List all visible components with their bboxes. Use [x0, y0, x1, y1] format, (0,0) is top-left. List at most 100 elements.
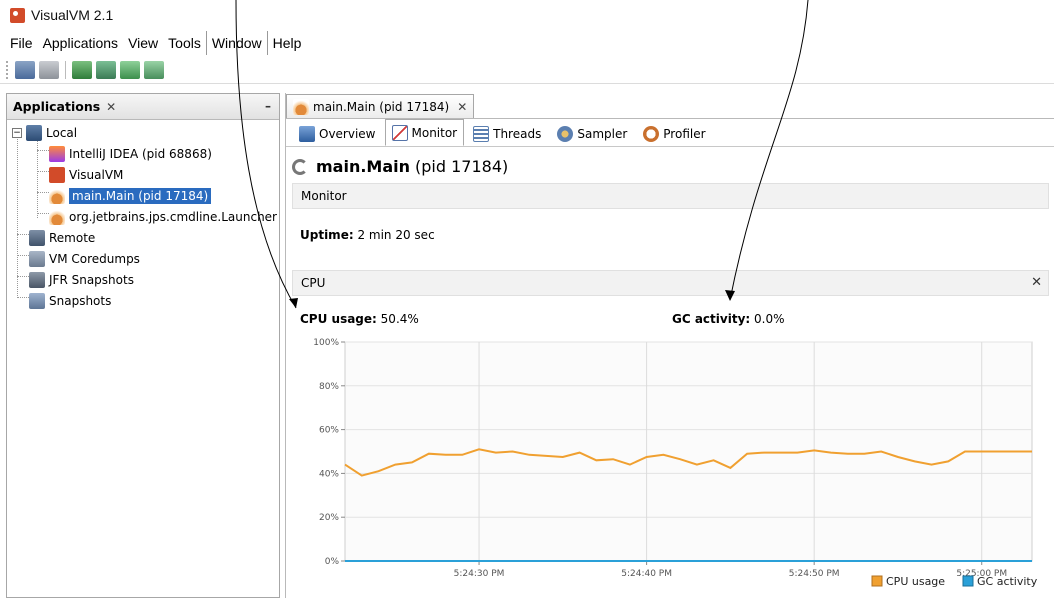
applications-tree: − Local IntelliJ IDEA (pid 68868) Visual… — [7, 120, 279, 311]
tab-sampler-label: Sampler — [577, 127, 628, 141]
visualvm-icon — [49, 166, 65, 183]
profiler-icon — [643, 126, 660, 142]
menu-file[interactable]: File — [5, 35, 38, 51]
cpu-section-header: CPU ✕ — [292, 270, 1049, 296]
toolbar-separator — [65, 60, 66, 79]
monitor-section-title: Monitor — [301, 189, 347, 203]
applications-panel: Applications ✕ – − Local IntelliJ IDEA (… — [6, 93, 280, 598]
jfr-snapshot-icon — [29, 271, 45, 288]
tree-node-remote[interactable]: Remote — [7, 227, 279, 248]
tree-label-snapshots: Snapshots — [49, 293, 112, 308]
gc-activity-label: GC activity: — [672, 312, 751, 326]
java-icon — [293, 98, 309, 115]
minimize-icon[interactable]: – — [265, 99, 271, 113]
cpu-usage-value: 50.4% — [380, 312, 419, 326]
tab-threads-label: Threads — [493, 127, 542, 141]
y-tick-label: 60% — [319, 426, 339, 436]
visualvm-icon — [10, 7, 25, 23]
tree-node-jfr[interactable]: JFR Snapshots — [7, 269, 279, 290]
uptime-readout: Uptime: 2 min 20 sec — [300, 228, 435, 242]
applications-tab-title[interactable]: Applications — [13, 99, 100, 114]
tab-overview-label: Overview — [319, 127, 376, 141]
tab-sampler[interactable]: Sampler — [550, 122, 634, 146]
tab-profiler[interactable]: Profiler — [636, 122, 712, 146]
heap-dump-icon[interactable] — [96, 60, 116, 79]
cpu-usage-label: CPU usage: — [300, 312, 377, 326]
legend-swatch-gc — [962, 575, 974, 587]
uptime-label: Uptime: — [300, 228, 354, 242]
x-tick-label: 5:24:50 PM — [789, 569, 840, 579]
toolbar-grip[interactable] — [6, 60, 10, 79]
java-icon — [49, 208, 65, 225]
y-tick-label: 100% — [313, 338, 339, 348]
process-name: main.Main — [316, 157, 411, 176]
menu-view[interactable]: View — [123, 35, 163, 51]
tab-monitor[interactable]: Monitor — [384, 119, 465, 146]
menu-help[interactable]: Help — [268, 35, 307, 51]
tree-node-coredumps[interactable]: VM Coredumps — [7, 248, 279, 269]
x-tick-label: 5:24:30 PM — [454, 569, 505, 579]
overview-icon — [299, 126, 315, 142]
tree-label-remote: Remote — [49, 230, 96, 245]
menu-tools[interactable]: Tools — [163, 35, 206, 51]
tree-label-main: main.Main (pid 17184) — [69, 187, 212, 204]
legend-label-gc: GC activity — [977, 575, 1038, 588]
menu-bar: File Applications View Tools Window Help — [0, 30, 1054, 56]
tab-overview[interactable]: Overview — [292, 122, 383, 146]
menu-applications[interactable]: Applications — [38, 35, 124, 51]
monitor-icon — [391, 124, 408, 141]
sampler-icon — [557, 126, 574, 142]
intellij-icon — [49, 145, 65, 162]
add-jmx-connection-icon[interactable] — [72, 60, 92, 79]
computer-icon — [26, 124, 42, 141]
legend-swatch-cpu — [871, 575, 883, 587]
collapse-icon[interactable]: − — [12, 127, 22, 138]
tree-label-launcher: org.jetbrains.jps.cmdline.Launcher — [69, 209, 277, 224]
snapshots-icon — [29, 292, 45, 309]
tab-profiler-label: Profiler — [663, 127, 706, 141]
document-tab-bar: main.Main (pid 17184) ✕ — [286, 93, 1054, 119]
gc-activity-value: 0.0% — [754, 312, 785, 326]
process-view-panel: main.Main (pid 17184) ✕ Overview Monitor… — [285, 93, 1054, 598]
save-icon[interactable] — [39, 60, 59, 79]
cpu-section-title: CPU — [301, 276, 326, 290]
tree-node-local[interactable]: − Local — [7, 122, 279, 143]
threads-icon — [473, 126, 490, 142]
monitor-section-header: Monitor — [292, 183, 1049, 209]
plot-area — [344, 341, 1033, 562]
doc-tab-label: main.Main (pid 17184) — [313, 99, 450, 114]
menu-window[interactable]: Window — [205, 31, 268, 55]
snapshot-icon[interactable] — [144, 60, 164, 79]
close-icon[interactable]: ✕ — [457, 100, 467, 114]
tree-node-snapshots[interactable]: Snapshots — [7, 290, 279, 311]
tree-label-visualvm: VisualVM — [69, 167, 124, 182]
coredump-icon — [29, 250, 45, 267]
tree-label-local: Local — [46, 125, 78, 140]
tree-label-jfr: JFR Snapshots — [49, 272, 134, 287]
y-tick-label: 40% — [319, 469, 339, 479]
close-icon[interactable]: ✕ — [1031, 275, 1042, 290]
thread-dump-icon[interactable] — [120, 60, 140, 79]
close-icon[interactable]: ✕ — [106, 100, 116, 114]
java-icon — [49, 187, 65, 204]
remote-host-icon — [29, 229, 45, 246]
loading-spinner-icon — [292, 158, 308, 175]
uptime-value: 2 min 20 sec — [357, 228, 435, 242]
applications-panel-header: Applications ✕ – — [7, 94, 279, 120]
tree-node-launcher[interactable]: org.jetbrains.jps.cmdline.Launcher — [7, 206, 279, 227]
tree-node-intellij[interactable]: IntelliJ IDEA (pid 68868) — [7, 143, 279, 164]
process-pid: (pid 17184) — [415, 157, 509, 176]
tree-node-main[interactable]: main.Main (pid 17184) — [7, 185, 279, 206]
gc-activity-readout: GC activity: 0.0% — [672, 312, 785, 326]
window-title: VisualVM 2.1 — [31, 7, 114, 23]
process-heading: main.Main (pid 17184) — [292, 157, 508, 176]
legend-label-cpu: CPU usage — [886, 575, 945, 588]
load-snapshot-icon[interactable] — [15, 60, 35, 79]
tab-threads[interactable]: Threads — [466, 122, 548, 146]
cpu-chart: 0% 20% 40% 60% 80% 100% 5:24:30 PM 5:24:40 PM 5:… — [313, 338, 1038, 588]
y-tick-label: 80% — [319, 382, 339, 392]
toolbar — [0, 56, 1054, 84]
tree-node-visualvm[interactable]: VisualVM — [7, 164, 279, 185]
cpu-usage-readout: CPU usage: 50.4% — [300, 312, 419, 326]
tab-main-process[interactable]: main.Main (pid 17184) ✕ — [286, 94, 475, 118]
